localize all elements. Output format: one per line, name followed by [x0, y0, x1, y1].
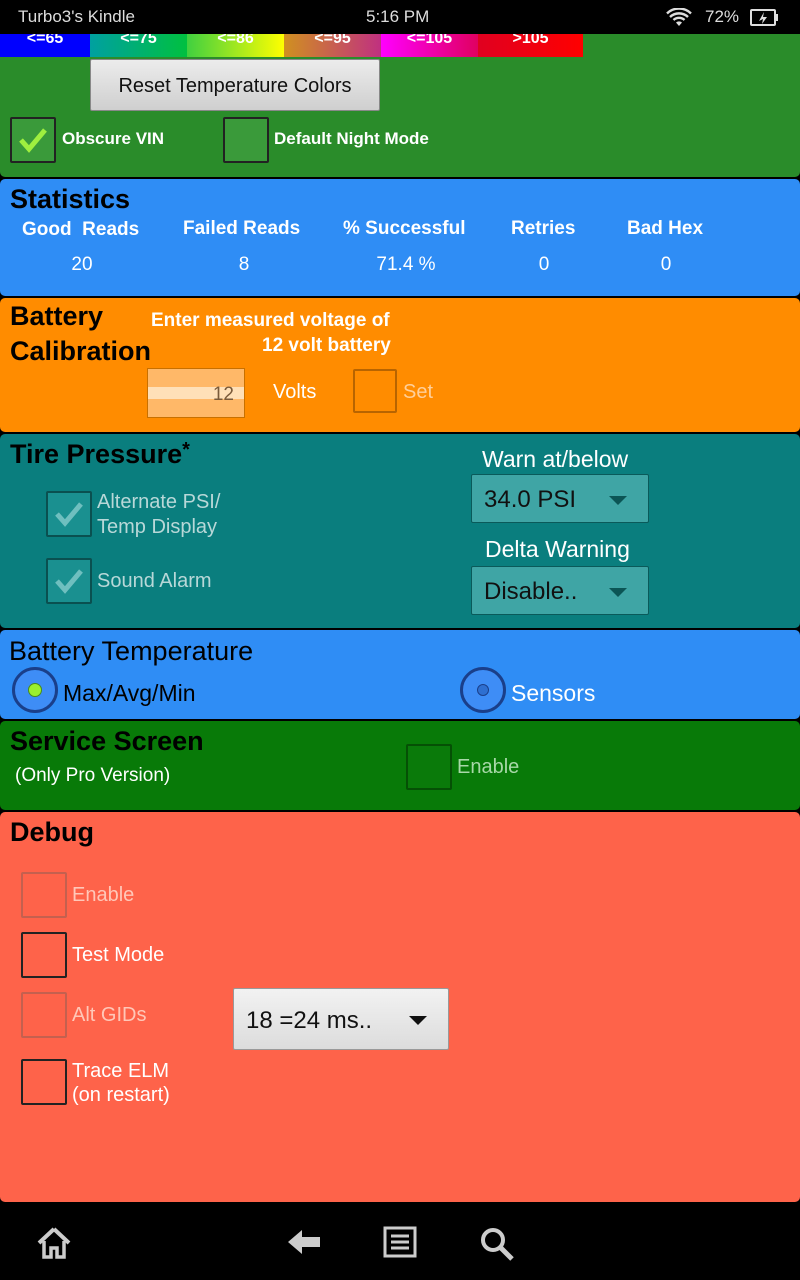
stat-header-failed-reads: Failed Reads	[183, 218, 301, 239]
trace-elm-label-1: Trace ELM	[72, 1060, 170, 1082]
battery-icon	[750, 9, 778, 26]
temp-legend-6: >105	[478, 34, 583, 57]
alt-psi-display-checkbox[interactable]	[46, 491, 92, 537]
voltage-input-value: 12	[212, 384, 234, 405]
sound-alarm-checkbox[interactable]	[46, 558, 92, 604]
stat-bad-hex: 0	[660, 254, 672, 275]
clock: 5:16 PM	[366, 7, 430, 26]
temp-legend-4: <=95	[284, 34, 381, 57]
reset-temperature-colors-button[interactable]: Reset Temperature Colors	[90, 59, 380, 111]
stat-retries: 0	[538, 254, 550, 275]
calibration-prompt-1: Enter measured voltage of	[151, 310, 390, 331]
app-screen: Turbo3's Kindle 5:16 PM 72% <=65 <=75 <=…	[0, 0, 800, 1280]
stat-header-bad-hex: Bad Hex	[627, 218, 704, 239]
chevron-down-icon	[609, 496, 627, 505]
checkmark-icon	[55, 502, 83, 527]
warn-label: Warn at/below	[482, 446, 629, 472]
service-enable-label: Enable	[457, 756, 520, 778]
trace-elm-checkbox[interactable]	[21, 1059, 67, 1105]
debug-panel: Debug Enable Test Mode Alt GIDs 18 =24 m…	[0, 812, 800, 1202]
temp-legend-2: <=75	[90, 34, 187, 57]
checkmark-icon	[55, 569, 83, 594]
debug-enable-checkbox[interactable]	[21, 872, 67, 918]
delta-warning-label: Delta Warning	[485, 536, 630, 562]
tire-pressure-title: Tire Pressure*	[10, 439, 190, 469]
status-bar: Turbo3's Kindle 5:16 PM 72%	[0, 0, 800, 34]
radio-max-avg-min[interactable]	[12, 667, 58, 713]
trace-elm-label-2: (on restart)	[72, 1084, 170, 1106]
temp-legend-1: <=65	[0, 34, 90, 57]
temp-legend-3: <=86	[187, 34, 284, 57]
chevron-down-icon	[609, 588, 627, 597]
obscure-vin-checkbox[interactable]	[10, 117, 56, 163]
set-checkbox[interactable]	[353, 369, 397, 413]
search-icon[interactable]	[479, 1226, 515, 1262]
volts-label: Volts	[273, 381, 317, 403]
test-mode-label: Test Mode	[72, 944, 165, 966]
stat-header-retries: Retries	[511, 218, 576, 239]
delta-warning-value: Disable..	[484, 578, 578, 605]
alt-gids-checkbox[interactable]	[21, 992, 67, 1038]
stat-failed-reads: 8	[238, 254, 250, 275]
menu-icon[interactable]	[383, 1226, 417, 1258]
night-mode-checkbox[interactable]	[223, 117, 269, 163]
battery-calibration-title-1: Battery	[10, 301, 104, 331]
radio-sensors[interactable]	[460, 667, 506, 713]
statistics-title: Statistics	[10, 184, 131, 214]
radio-max-avg-min-label: Max/Avg/Min	[63, 680, 196, 706]
alt-psi-label-2: Temp Display	[97, 516, 218, 538]
interval-value: 18 =24 ms..	[246, 1007, 373, 1034]
navigation-bar	[0, 1210, 800, 1280]
delta-warning-dropdown[interactable]: Disable..	[471, 566, 649, 615]
back-icon[interactable]	[286, 1228, 322, 1256]
battery-percent: 72%	[705, 7, 740, 26]
obscure-vin-label: Obscure VIN	[62, 129, 165, 148]
service-screen-subtitle: (Only Pro Version)	[15, 765, 171, 786]
statistics-panel: Statistics Good Reads Failed Reads % Suc…	[0, 179, 800, 296]
device-name: Turbo3's Kindle	[18, 7, 135, 26]
checkmark-icon	[19, 128, 47, 153]
asterisk: *	[182, 439, 190, 461]
debug-title: Debug	[10, 817, 94, 847]
stat-successful: 71.4 %	[376, 254, 436, 275]
battery-calibration-title-2: Calibration	[10, 336, 152, 366]
sound-alarm-label: Sound Alarm	[97, 570, 212, 592]
interval-dropdown[interactable]: 18 =24 ms..	[233, 988, 449, 1050]
chevron-down-icon	[409, 1016, 427, 1025]
debug-enable-label: Enable	[72, 884, 135, 906]
general-panel: Reset Temperature Colors Obscure VIN Def…	[0, 57, 800, 177]
service-screen-title: Service Screen	[10, 726, 204, 756]
service-screen-panel: Service Screen (Only Pro Version) Enable	[0, 721, 800, 810]
temp-legend-5: <=105	[381, 34, 478, 57]
tire-pressure-panel: Tire Pressure* Alternate PSI/ Temp Displ…	[0, 434, 800, 628]
radio-sensors-label: Sensors	[511, 680, 596, 706]
set-label: Set	[403, 381, 434, 403]
calibration-prompt-2: 12 volt battery	[262, 335, 391, 356]
home-icon[interactable]	[36, 1226, 72, 1260]
battery-temperature-panel: Battery Temperature Max/Avg/Min Sensors	[0, 630, 800, 719]
warn-threshold-dropdown[interactable]: 34.0 PSI	[471, 474, 649, 523]
battery-temperature-title: Battery Temperature	[9, 636, 254, 666]
voltage-input[interactable]: 12	[147, 368, 245, 418]
wifi-icon	[666, 8, 692, 26]
stat-good-reads: 20	[71, 254, 93, 275]
alt-psi-label-1: Alternate PSI/	[97, 491, 221, 513]
service-enable-checkbox[interactable]	[406, 744, 452, 790]
alt-gids-label: Alt GIDs	[72, 1004, 147, 1026]
battery-calibration-panel: Battery Calibration Enter measured volta…	[0, 298, 800, 432]
night-mode-label: Default Night Mode	[274, 129, 429, 148]
warn-threshold-value: 34.0 PSI	[484, 486, 577, 513]
stat-header-successful: % Successful	[343, 218, 466, 239]
stat-header-good-reads: Good Reads	[22, 219, 140, 240]
test-mode-checkbox[interactable]	[21, 932, 67, 978]
